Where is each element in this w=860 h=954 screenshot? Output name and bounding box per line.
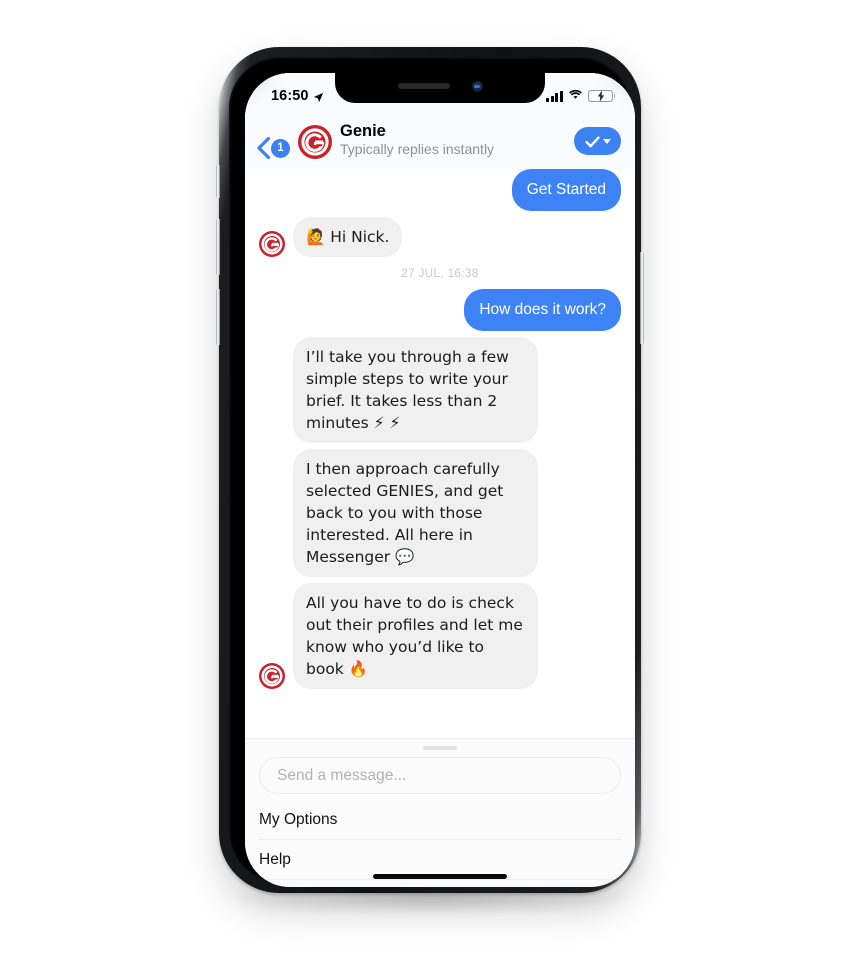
message-row-incoming: I’ll take you through a few simple steps… (259, 337, 621, 443)
home-indicator[interactable] (373, 874, 507, 879)
message-row-incoming: I then approach carefully selected GENIE… (259, 449, 621, 577)
check-icon (584, 135, 600, 148)
message-bubble[interactable]: All you have to do is check out their pr… (293, 583, 538, 689)
chevron-left-icon (257, 136, 271, 160)
header-text-block: Genie Typically replies instantly (340, 122, 566, 159)
unread-count-badge: 1 (271, 138, 290, 158)
genie-avatar-icon (259, 231, 285, 257)
status-bar-left: 16:50 (271, 88, 324, 104)
message-input-placeholder: Send a message... (277, 766, 407, 784)
menu-item-label: Help (259, 850, 291, 868)
power-button[interactable] (640, 252, 644, 344)
message-row-outgoing: How does it work? (259, 289, 621, 331)
message-bubble[interactable]: I’ll take you through a few simple steps… (293, 337, 538, 443)
following-check-button[interactable] (574, 127, 621, 155)
chevron-down-icon (602, 138, 611, 144)
display-notch (335, 73, 545, 103)
header-subtitle: Typically replies instantly (340, 141, 495, 158)
back-button[interactable]: 1 (257, 136, 290, 160)
phone-screen: 16:50 1 Genie Typically replies instantl… (245, 73, 635, 887)
genie-logo-icon[interactable] (298, 125, 332, 159)
iphone-device-frame: 16:50 1 Genie Typically replies instantl… (216, 47, 644, 893)
message-bubble[interactable]: I then approach carefully selected GENIE… (293, 449, 538, 577)
volume-down-button[interactable] (216, 289, 220, 345)
search-input[interactable]: Send a message... (259, 757, 621, 794)
front-camera-icon (471, 80, 483, 92)
screenshot-root: 16:50 1 Genie Typically replies instantl… (0, 0, 860, 954)
location-arrow-icon (313, 91, 324, 102)
battery-charging-icon (588, 90, 616, 102)
message-thread[interactable]: Get Started 🙋 Hi Nick. 27 JUL, 16:38 How… (245, 73, 635, 739)
message-bubble[interactable]: 🙋 Hi Nick. (293, 217, 403, 257)
earpiece-speaker-icon (397, 83, 450, 89)
composer-panel: Send a message... My Options Help (245, 738, 635, 887)
day-timestamp: 27 JUL, 16:38 (401, 268, 479, 280)
message-bubble[interactable]: Get Started (511, 169, 621, 211)
message-row-incoming: 🙋 Hi Nick. (259, 217, 621, 257)
silent-switch-button[interactable] (216, 165, 220, 198)
status-bar-right (546, 88, 616, 104)
menu-item-label: My Options (259, 810, 338, 828)
genie-avatar-icon (259, 663, 285, 689)
page-title: Genie (340, 121, 386, 140)
message-row-outgoing: Get Started (259, 169, 621, 211)
volume-up-button[interactable] (216, 219, 220, 275)
menu-item-my-options[interactable]: My Options (259, 800, 621, 840)
message-bubble[interactable]: How does it work? (464, 289, 621, 331)
cellular-signal-icon (546, 90, 563, 102)
message-row-incoming: All you have to do is check out their pr… (259, 583, 621, 689)
status-bar-time: 16:50 (271, 88, 309, 104)
drag-handle-icon[interactable] (423, 746, 457, 750)
device-bezel: 16:50 1 Genie Typically replies instantl… (229, 57, 635, 887)
wifi-icon (568, 88, 583, 104)
